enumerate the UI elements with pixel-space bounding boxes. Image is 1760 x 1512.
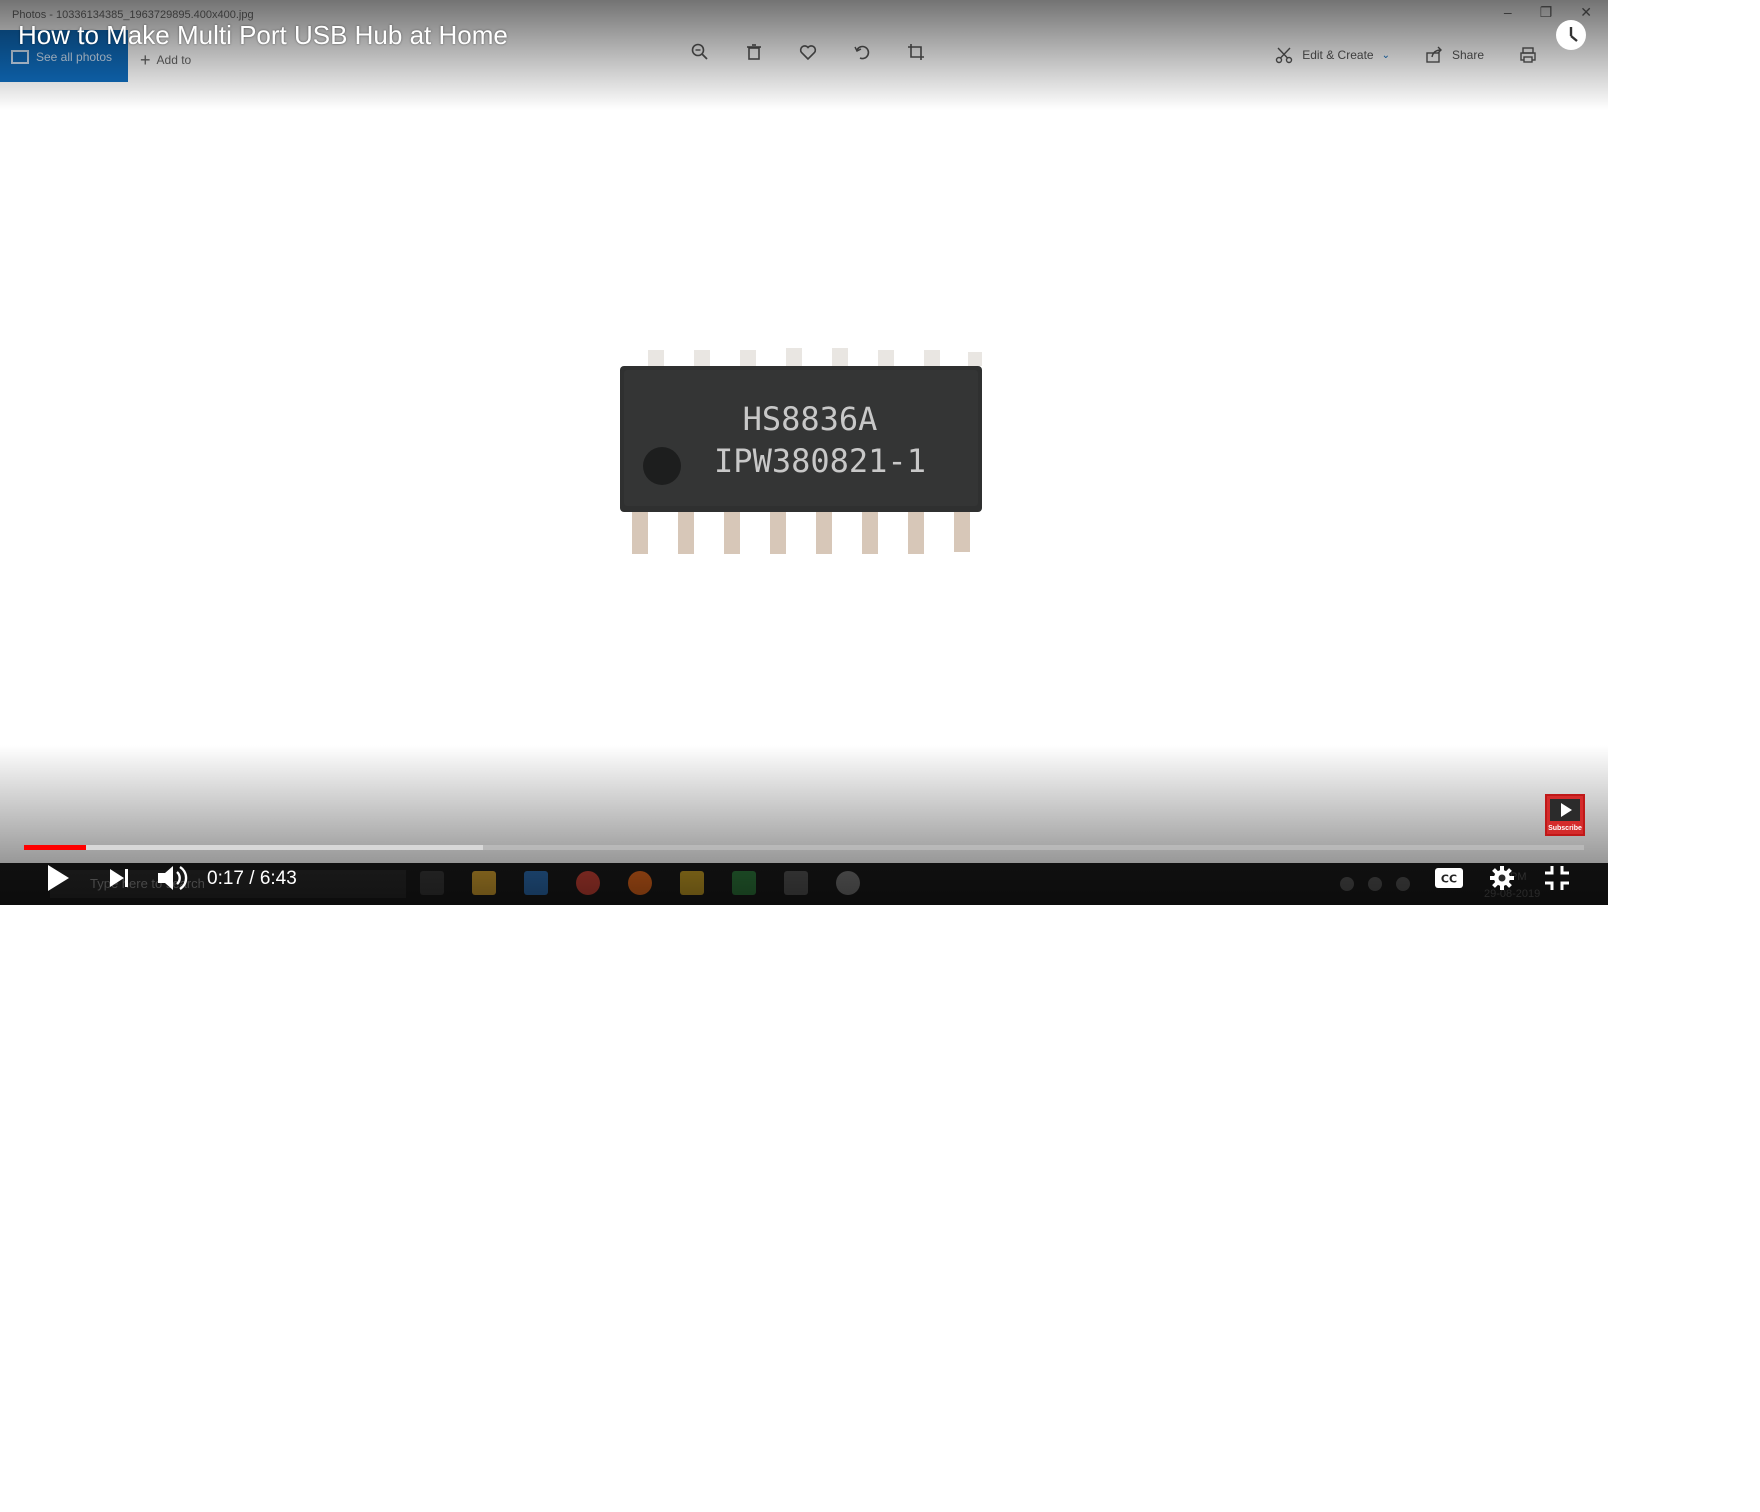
delete-icon <box>747 44 761 60</box>
gear-icon <box>1490 866 1514 890</box>
clock-icon <box>1569 27 1578 42</box>
crop-icon <box>908 44 924 60</box>
current-time: 0:17 <box>207 868 244 889</box>
share-button: Share <box>1424 45 1484 65</box>
chip-top-pins <box>648 348 982 366</box>
rotate-icon <box>854 45 870 60</box>
volume-button[interactable] <box>156 864 188 897</box>
share-label: Share <box>1451 48 1484 62</box>
close-icon: ✕ <box>1580 4 1592 20</box>
subscribe-watermark[interactable]: Subscribe <box>1545 794 1585 836</box>
time-separator: / <box>243 868 260 889</box>
see-all-photos-label: See all photos <box>36 50 113 64</box>
print-icon <box>1520 47 1536 63</box>
add-to-button: + Add to <box>140 50 191 71</box>
ic-chip-image: HS8836A IPW380821-1 <box>620 348 982 554</box>
video-title[interactable]: How to Make Multi Port USB Hub at Home <box>18 20 508 51</box>
next-button[interactable] <box>108 867 130 894</box>
restore-icon: ❐ <box>1539 4 1553 20</box>
edit-create-label: Edit & Create <box>1302 48 1374 62</box>
svg-text:CC: CC <box>1441 873 1457 886</box>
cc-icon: CC <box>1435 868 1463 888</box>
player-controls: 0:17 / 6:43 CC <box>0 856 1608 900</box>
subscribe-inner <box>1550 799 1580 821</box>
exit-fullscreen-icon <box>1545 866 1569 890</box>
progress-bar[interactable] <box>24 845 1584 850</box>
scissors-icon <box>1276 47 1293 64</box>
add-to-label: Add to <box>156 53 192 67</box>
minimize-icon: – <box>1503 4 1512 20</box>
photos-toolbar <box>690 42 926 62</box>
photos-icon <box>11 50 29 64</box>
heart-icon <box>799 45 817 61</box>
chip-marking-2: IPW380821-1 <box>714 442 926 480</box>
play-icon <box>48 865 69 891</box>
play-icon <box>1561 803 1572 817</box>
next-icon <box>110 869 128 887</box>
chevron-down-icon: ⌄ <box>1381 49 1390 61</box>
settings-button[interactable] <box>1489 865 1515 896</box>
edit-create-button: Edit & Create ⌄ <box>1274 45 1390 65</box>
window-controls: – ❐ ✕ <box>1504 4 1592 21</box>
chip-bottom-pins <box>632 512 970 554</box>
progress-loaded <box>24 845 483 850</box>
volume-icon <box>158 865 188 891</box>
subscribe-label: Subscribe <box>1548 825 1582 832</box>
captions-button[interactable]: CC <box>1434 867 1464 894</box>
play-button[interactable] <box>46 864 70 897</box>
share-icon <box>1426 46 1442 63</box>
time-display: 0:17 / 6:43 <box>207 868 297 890</box>
zoom-icon <box>691 43 708 60</box>
duration: 6:43 <box>259 868 297 889</box>
photos-right-toolbar: Edit & Create ⌄ Share <box>1274 45 1538 65</box>
progress-played <box>24 845 87 850</box>
chip-notch <box>643 447 681 485</box>
plus-icon: + <box>140 50 151 70</box>
exit-fullscreen-button[interactable] <box>1544 865 1570 896</box>
chip-marking-1: HS8836A <box>743 400 878 438</box>
video-player[interactable]: Photos - 10336134385_1963729895.400x400.… <box>0 0 1608 905</box>
watch-later-button[interactable] <box>1556 20 1586 50</box>
